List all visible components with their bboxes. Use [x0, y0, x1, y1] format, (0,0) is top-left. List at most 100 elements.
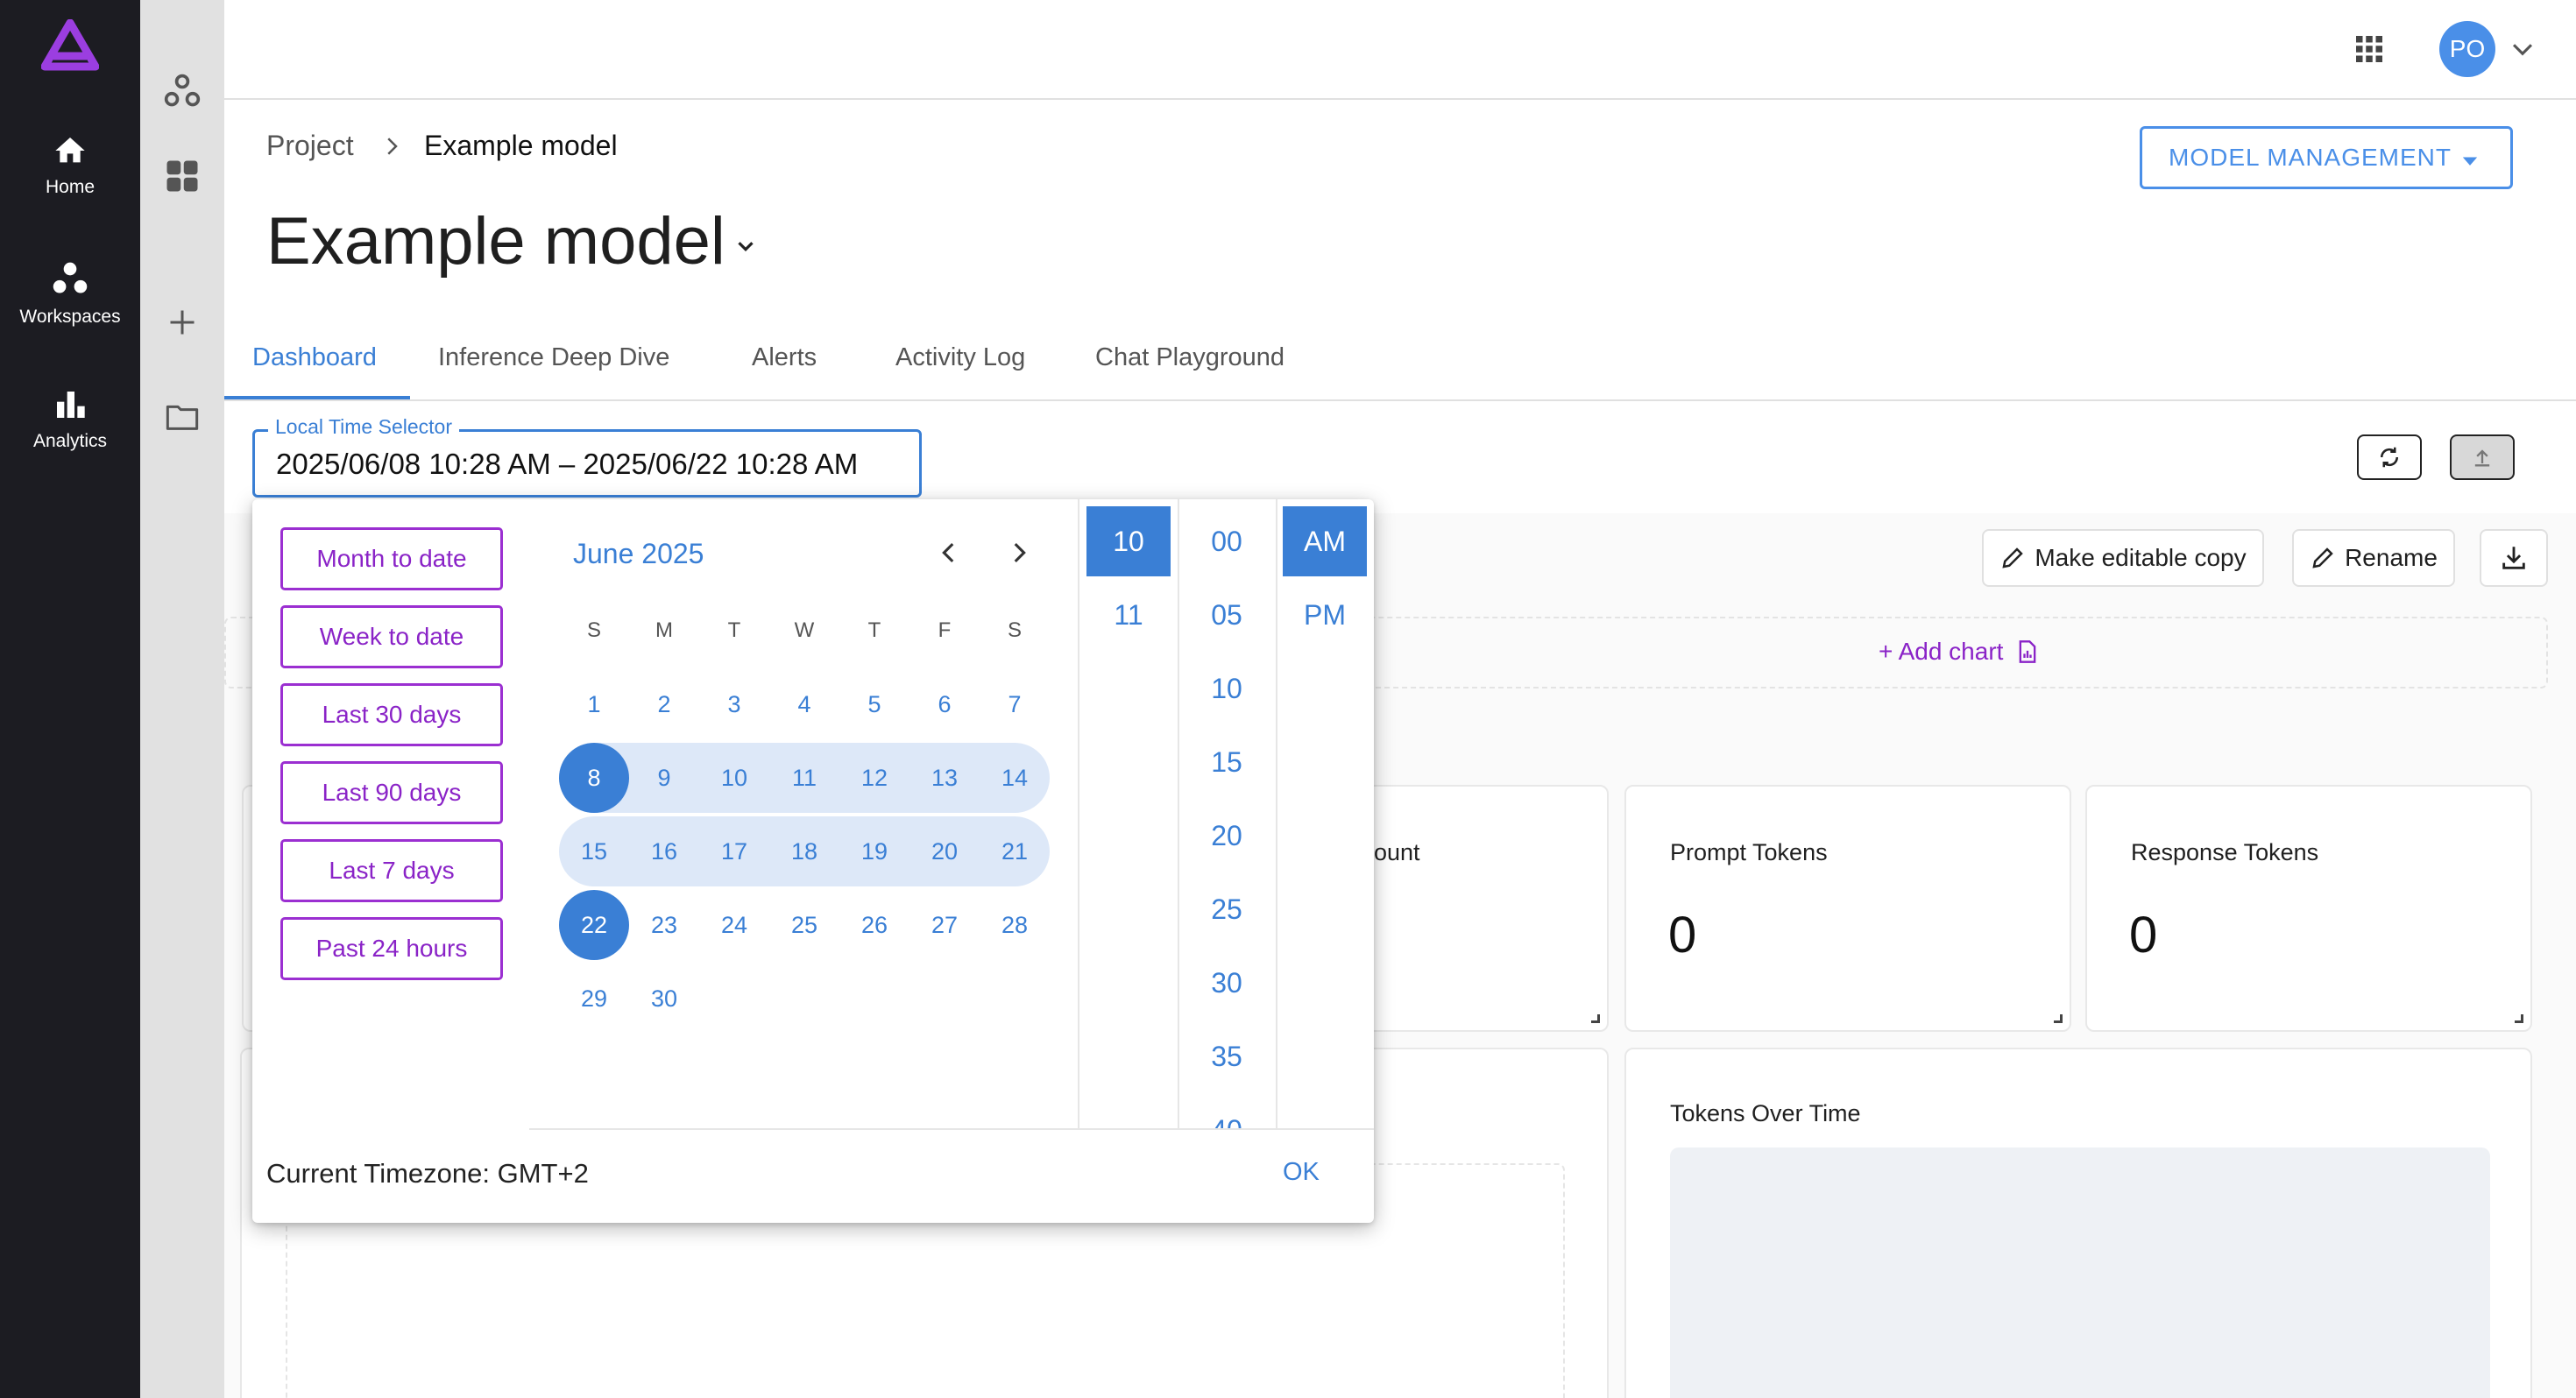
local-time-selector[interactable]: 2025/06/08 10:28 AM – 2025/06/22 10:28 A…: [252, 429, 922, 498]
top-bar: PO: [224, 0, 2576, 100]
ampm-option[interactable]: PM: [1283, 580, 1367, 650]
weekday-label: S: [1007, 618, 1022, 642]
refresh-icon: [2380, 447, 2399, 468]
calendar-day[interactable]: 1: [559, 669, 629, 739]
preset-month-to-date[interactable]: Month to date: [280, 527, 503, 590]
calendar-day[interactable]: 6: [909, 669, 980, 739]
preset-last-7-days[interactable]: Last 7 days: [280, 839, 503, 902]
hours-column[interactable]: 10 11: [1079, 499, 1178, 1130]
folder-button[interactable]: [140, 399, 224, 434]
publish-button[interactable]: [2450, 434, 2515, 480]
calendar-day[interactable]: 3: [699, 669, 769, 739]
calendar-day[interactable]: 12: [839, 743, 909, 813]
grid-icon: [166, 160, 198, 192]
refresh-button[interactable]: [2357, 434, 2422, 480]
rename-button[interactable]: Rename: [2292, 529, 2455, 587]
calendar-day[interactable]: 19: [839, 816, 909, 886]
nav-label: Home: [45, 177, 96, 197]
model-graph-button[interactable]: [140, 72, 224, 110]
calendar-day[interactable]: 5: [839, 669, 909, 739]
tab-dashboard[interactable]: Dashboard: [252, 343, 377, 372]
calendar-day[interactable]: 21: [980, 816, 1050, 886]
preset-past-24-hours[interactable]: Past 24 hours: [280, 917, 503, 980]
title-dropdown-button[interactable]: [732, 233, 759, 264]
minute-option[interactable]: 30: [1185, 948, 1269, 1018]
calendar-day[interactable]: 14: [980, 743, 1050, 813]
calendar-day[interactable]: 27: [909, 890, 980, 960]
calendar-day[interactable]: 9: [629, 743, 699, 813]
apps-grid-button[interactable]: [2353, 33, 2385, 69]
resize-handle[interactable]: [1591, 1014, 1600, 1023]
preset-week-to-date[interactable]: Week to date: [280, 605, 503, 668]
minute-option[interactable]: 05: [1185, 580, 1269, 650]
tab-activity-log[interactable]: Activity Log: [895, 343, 1025, 372]
calendar-day[interactable]: 10: [699, 743, 769, 813]
minute-option[interactable]: 10: [1185, 653, 1269, 724]
upload-icon: [2474, 449, 2490, 467]
tab-alerts[interactable]: Alerts: [752, 343, 817, 372]
ampm-option[interactable]: AM: [1283, 506, 1367, 576]
calendar-day[interactable]: 24: [699, 890, 769, 960]
user-menu-chevron[interactable]: [2508, 35, 2537, 69]
calendar-day[interactable]: 4: [769, 669, 839, 739]
previous-month-button[interactable]: [934, 538, 964, 572]
calendar-day[interactable]: 29: [559, 964, 629, 1034]
calendar-day[interactable]: 16: [629, 816, 699, 886]
secondary-rail: [140, 0, 224, 1398]
minutes-column[interactable]: 00 05 10 15 20 25 30 35 40: [1179, 499, 1276, 1131]
chevron-down-icon: [738, 242, 754, 252]
minute-option[interactable]: 35: [1185, 1021, 1269, 1091]
calendar-day[interactable]: 11: [769, 743, 839, 813]
calendar-day[interactable]: 26: [839, 890, 909, 960]
chart-placeholder: [1670, 1147, 2490, 1398]
calendar-day-range-end[interactable]: 22: [559, 890, 629, 960]
calendar-day[interactable]: 23: [629, 890, 699, 960]
minute-option[interactable]: 20: [1185, 801, 1269, 871]
minute-option[interactable]: 00: [1185, 506, 1269, 576]
model-management-button[interactable]: MODEL MANAGEMENT: [2140, 126, 2513, 189]
dashboard-grid-button[interactable]: [140, 158, 224, 194]
tab-chat-playground[interactable]: Chat Playground: [1095, 343, 1284, 372]
add-button[interactable]: [140, 307, 224, 338]
hour-option[interactable]: 10: [1086, 506, 1171, 576]
minute-option[interactable]: 15: [1185, 727, 1269, 797]
nav-item-workspaces[interactable]: Workspaces: [0, 259, 140, 328]
avatar[interactable]: PO: [2439, 21, 2495, 77]
preset-last-30-days[interactable]: Last 30 days: [280, 683, 503, 746]
preset-last-90-days[interactable]: Last 90 days: [280, 761, 503, 824]
calendar-day[interactable]: 2: [629, 669, 699, 739]
resize-handle[interactable]: [2515, 1014, 2523, 1023]
chevron-down-icon: [2512, 44, 2533, 56]
ok-button[interactable]: OK: [1283, 1158, 1320, 1187]
resize-handle[interactable]: [2054, 1014, 2063, 1023]
minute-option[interactable]: 40: [1185, 1095, 1269, 1131]
nav-item-home[interactable]: Home: [0, 133, 140, 198]
calendar-day[interactable]: 25: [769, 890, 839, 960]
calendar-day[interactable]: 15: [559, 816, 629, 886]
calendar-day[interactable]: 18: [769, 816, 839, 886]
make-editable-copy-button[interactable]: Make editable copy: [1982, 529, 2264, 587]
response-tokens-card: Response Tokens 0: [2085, 785, 2532, 1032]
calendar-day[interactable]: 30: [629, 964, 699, 1034]
hour-option[interactable]: 11: [1086, 580, 1171, 650]
download-button[interactable]: [2480, 529, 2548, 587]
calendar-day[interactable]: 7: [980, 669, 1050, 739]
tab-inference-deep-dive[interactable]: Inference Deep Dive: [438, 343, 669, 372]
weekday-label: M: [655, 618, 673, 642]
download-icon: [2502, 547, 2525, 569]
make-copy-label: Make editable copy: [2035, 544, 2247, 571]
logo[interactable]: [0, 19, 140, 72]
add-chart-button[interactable]: + Add chart: [1879, 638, 2040, 666]
next-month-button[interactable]: [1004, 538, 1034, 572]
nav-item-analytics[interactable]: Analytics: [0, 387, 140, 452]
calendar-day[interactable]: 28: [980, 890, 1050, 960]
minute-option[interactable]: 25: [1185, 874, 1269, 944]
timezone-label: Current Timezone: GMT+2: [266, 1158, 589, 1189]
breadcrumb-parent[interactable]: Project: [266, 130, 354, 162]
calendar-day-range-start[interactable]: 8: [559, 743, 629, 813]
calendar-day[interactable]: 20: [909, 816, 980, 886]
calendar-day[interactable]: 17: [699, 816, 769, 886]
chevron-left-icon: [942, 542, 954, 563]
ampm-column[interactable]: AM PM: [1277, 499, 1374, 1130]
calendar-day[interactable]: 13: [909, 743, 980, 813]
